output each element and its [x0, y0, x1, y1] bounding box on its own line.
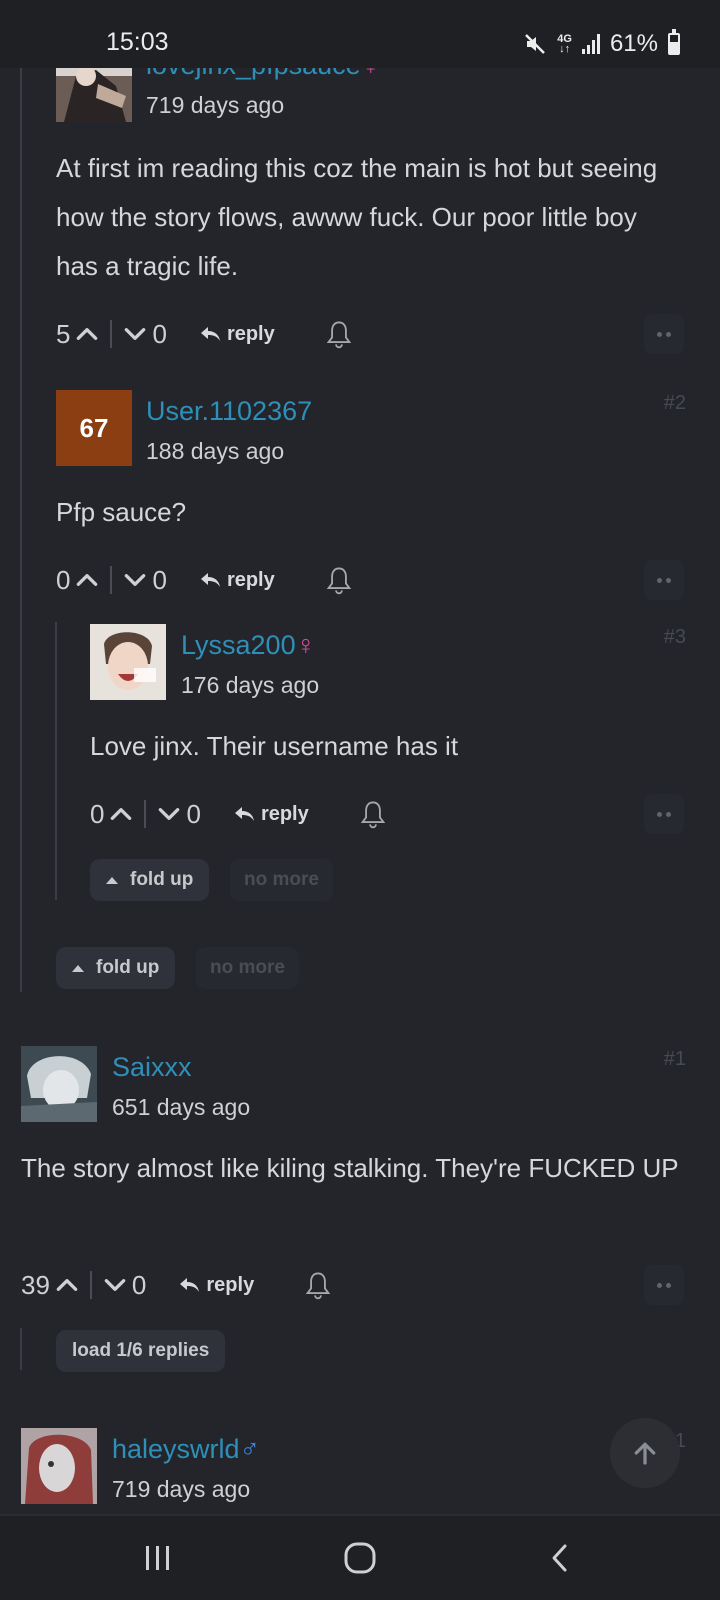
upvote-count: 5	[56, 318, 71, 349]
upvote-count: 0	[90, 798, 105, 829]
fold-up-button[interactable]: fold up	[56, 947, 176, 989]
no-more-label: no more	[230, 859, 333, 901]
reply-icon	[200, 573, 220, 587]
recent-apps-icon	[146, 1546, 169, 1570]
fold-up-button[interactable]: fold up	[90, 859, 210, 901]
avatar[interactable]	[21, 1046, 97, 1122]
reply-icon	[200, 327, 220, 341]
timestamp: 188 days ago	[146, 438, 285, 464]
upvote-icon[interactable]	[74, 321, 100, 347]
back-icon	[552, 1544, 567, 1572]
battery-percent: 61%	[609, 30, 658, 57]
comment-body: Love jinx. Their username has it	[90, 731, 459, 761]
thread-line	[20, 68, 22, 992]
username[interactable]: Lyssa200♀	[181, 630, 316, 661]
bell-icon[interactable]	[304, 1270, 332, 1300]
comment-actions: 5 0 reply	[56, 314, 353, 354]
thread-line	[20, 1328, 22, 1370]
load-replies-button[interactable]: load 1/6 replies	[56, 1330, 226, 1372]
comment-body: At first im reading this coz the main is…	[56, 153, 658, 281]
timestamp: 719 days ago	[146, 92, 285, 118]
timestamp: 176 days ago	[181, 672, 320, 698]
avatar[interactable]	[21, 1428, 97, 1504]
reply-button[interactable]: reply	[178, 1274, 254, 1297]
reply-icon	[180, 1278, 200, 1292]
home-button[interactable]	[340, 1540, 380, 1576]
downvote-count: 0	[186, 798, 201, 829]
vote-divider	[89, 1271, 92, 1299]
avatar[interactable]	[90, 624, 166, 700]
vote-divider	[110, 566, 113, 594]
arrow-up-icon	[634, 1442, 656, 1465]
upvote-icon[interactable]	[54, 1272, 80, 1298]
upvote-count: 0	[56, 564, 71, 595]
downvote-icon[interactable]	[156, 801, 182, 827]
home-icon	[344, 1542, 376, 1574]
comment-actions: 39 0 reply	[21, 1265, 332, 1305]
upvote-count: 39	[21, 1269, 50, 1300]
reply-button[interactable]: reply	[199, 323, 275, 346]
female-icon: ♀	[295, 630, 316, 660]
no-more-label: no more	[196, 947, 299, 989]
status-icons: 4G ↓↑ 61%	[523, 29, 680, 58]
comment-body: Pfp sauce?	[56, 497, 187, 527]
timestamp: 719 days ago	[112, 1476, 251, 1502]
more-options-button[interactable]	[644, 794, 684, 834]
battery-icon	[668, 29, 680, 55]
upvote-icon[interactable]	[108, 801, 134, 827]
downvote-icon[interactable]	[102, 1272, 128, 1298]
back-button[interactable]	[540, 1540, 580, 1576]
vote-divider	[110, 320, 113, 348]
nested-thread-line	[55, 622, 57, 900]
timestamp: 651 days ago	[112, 1094, 251, 1120]
more-options-button[interactable]	[644, 314, 684, 354]
recent-apps-button[interactable]	[138, 1540, 178, 1576]
network-type: 4G ↓↑	[557, 33, 572, 55]
reply-icon	[234, 807, 254, 821]
reply-button[interactable]: reply	[199, 569, 275, 592]
downvote-count: 0	[131, 1269, 147, 1300]
bell-icon[interactable]	[325, 565, 353, 595]
username[interactable]: haleyswrld♂	[112, 1434, 260, 1465]
comment-index: #3	[663, 626, 686, 648]
signal-icon	[581, 34, 600, 54]
downvote-count: 0	[152, 564, 167, 595]
avatar[interactable]: 67	[56, 390, 132, 466]
vote-divider	[144, 800, 147, 828]
username[interactable]: Saixxx	[112, 1052, 192, 1083]
more-options-button[interactable]	[644, 1265, 684, 1305]
downvote-count: 0	[152, 318, 167, 349]
mute-icon	[525, 34, 546, 54]
status-bar: 15:03 4G ↓↑ 61%	[0, 0, 720, 68]
caret-up-icon	[72, 964, 84, 972]
username[interactable]: User.1102367	[146, 396, 312, 427]
downvote-icon[interactable]	[122, 321, 148, 347]
comment-index: #1	[663, 1048, 686, 1070]
avatar-text: 67	[79, 412, 109, 443]
male-icon: ♂	[239, 1434, 260, 1464]
upvote-icon[interactable]	[74, 567, 100, 593]
comment-body: The story almost like kiling stalking. T…	[21, 1153, 679, 1183]
bell-icon[interactable]	[359, 799, 387, 829]
caret-up-icon	[106, 876, 118, 884]
comment-index: #2	[663, 392, 686, 414]
more-options-button[interactable]	[644, 560, 684, 600]
navigation-bar	[0, 1514, 720, 1600]
comment-actions: 0 0 reply	[56, 560, 353, 600]
scroll-to-top-button[interactable]	[610, 1418, 680, 1488]
comment-actions: 0 0 reply	[90, 794, 387, 834]
downvote-icon[interactable]	[122, 567, 148, 593]
reply-button[interactable]: reply	[233, 803, 309, 826]
status-time: 15:03	[106, 28, 169, 56]
bell-icon[interactable]	[325, 319, 353, 349]
